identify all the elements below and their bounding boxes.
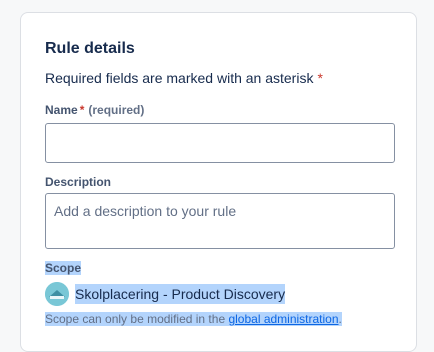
project-avatar-icon — [45, 282, 69, 306]
required-asterisk: * — [317, 70, 323, 86]
scope-note-suffix: . — [338, 312, 342, 326]
name-required-hint: (required) — [88, 103, 145, 117]
scope-project-name: Skolplacering - Product Discovery — [75, 284, 286, 304]
description-field-label: Description — [45, 175, 112, 189]
scope-label: Scope — [45, 261, 82, 275]
scope-note-prefix: Scope can only be modified in the — [45, 312, 229, 326]
name-input[interactable] — [45, 123, 395, 163]
scope-note: Scope can only be modified in the global… — [45, 312, 342, 326]
required-fields-note: Required fields are marked with an aster… — [45, 70, 323, 86]
rule-details-card: Rule details Required fields are marked … — [20, 12, 417, 352]
description-textarea[interactable] — [45, 193, 395, 249]
name-label-text: Name — [45, 103, 78, 117]
name-field-label: Name * (required) — [45, 103, 144, 117]
global-administration-link[interactable]: global administration — [228, 312, 338, 326]
name-required-asterisk: * — [79, 103, 85, 117]
scope-project: Skolplacering - Product Discovery — [45, 281, 286, 307]
required-note-text: Required fields are marked with an aster… — [45, 70, 314, 86]
rule-details-title: Rule details — [45, 40, 135, 57]
scope-label-text: Scope — [45, 261, 82, 275]
